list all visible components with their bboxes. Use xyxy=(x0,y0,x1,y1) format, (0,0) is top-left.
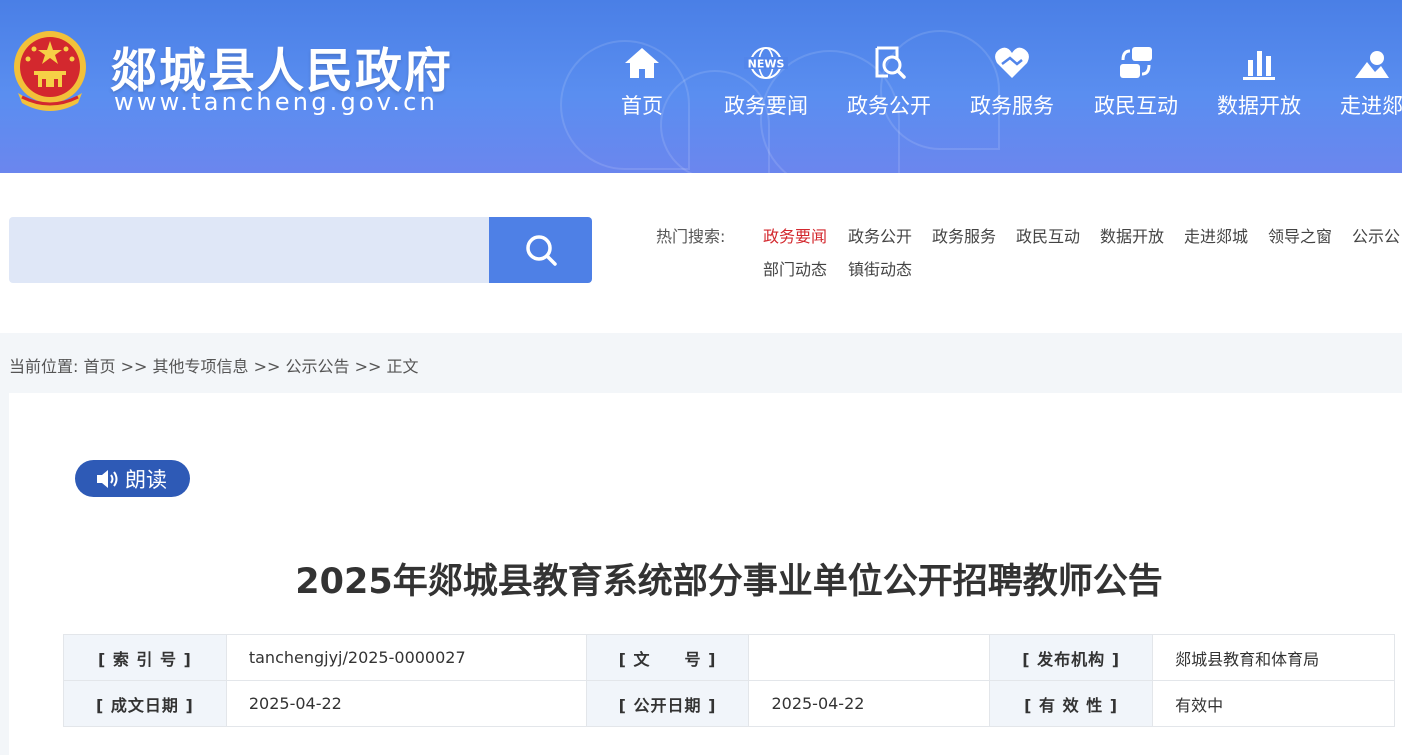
nav-label: 政民互动 xyxy=(1094,94,1178,118)
speaker-icon xyxy=(97,469,118,488)
meta-key: [ 索 引 号 ] xyxy=(63,634,227,681)
national-emblem-icon xyxy=(14,31,86,111)
breadcrumb-item[interactable]: 公示公告 xyxy=(286,357,350,376)
site-url: www.tancheng.gov.cn xyxy=(114,88,438,116)
nav-gov-service[interactable]: 政务服务 xyxy=(957,44,1067,120)
meta-value: tanchengjyj/2025-0000027 xyxy=(225,634,587,681)
nav-interaction[interactable]: 政民互动 xyxy=(1081,44,1191,120)
read-aloud-button[interactable]: 朗读 xyxy=(75,460,190,497)
header-banner: 郯城县人民政府 www.tancheng.gov.cn 首页 NEWS 政务要闻… xyxy=(0,0,1402,173)
chat-exchange-icon xyxy=(1120,47,1152,78)
breadcrumb-current: 正文 xyxy=(386,357,419,376)
meta-value: 有效中 xyxy=(1152,680,1395,727)
breadcrumb-separator: >> xyxy=(253,357,281,376)
document-search-icon xyxy=(875,46,906,79)
sun-mountain-icon xyxy=(1355,51,1389,78)
news-globe-icon: NEWS xyxy=(744,47,788,79)
table-row: [ 索 引 号 ] tanchengjyj/2025-0000027 [ 文 号… xyxy=(63,634,1395,681)
read-aloud-label: 朗读 xyxy=(125,467,167,492)
svg-text:NEWS: NEWS xyxy=(748,58,785,71)
search-icon xyxy=(525,235,557,266)
heart-hands-icon xyxy=(995,47,1029,78)
search-button[interactable] xyxy=(489,217,592,283)
home-icon xyxy=(625,48,659,78)
breadcrumb-item[interactable]: 首页 xyxy=(84,357,116,376)
hot-link[interactable]: 政务服务 xyxy=(932,223,996,247)
search-input[interactable] xyxy=(9,217,490,283)
breadcrumb-separator: >> xyxy=(120,357,148,376)
hot-link[interactable]: 政务公开 xyxy=(848,223,912,247)
breadcrumb-item[interactable]: 其他专项信息 xyxy=(153,357,249,376)
nav-label: 政务公开 xyxy=(847,94,931,118)
hot-link[interactable]: 领导之窗 xyxy=(1268,223,1332,247)
meta-value: 郯城县教育和体育局 xyxy=(1152,634,1395,681)
nav-gov-open[interactable]: 政务公开 xyxy=(834,44,944,120)
meta-value: 2025-04-22 xyxy=(748,680,991,727)
meta-key: [ 文 号 ] xyxy=(585,634,750,681)
bar-chart-icon xyxy=(1243,51,1275,80)
hot-search-label: 热门搜索: xyxy=(656,227,726,246)
hot-link[interactable]: 数据开放 xyxy=(1100,223,1164,247)
meta-key: [ 成文日期 ] xyxy=(63,680,227,727)
breadcrumb-prefix: 当前位置: xyxy=(9,357,79,376)
hot-link[interactable]: 政务要闻 xyxy=(763,223,827,247)
hot-link[interactable]: 部门动态 xyxy=(763,256,827,280)
meta-value: 2025-04-22 xyxy=(225,680,587,727)
meta-key: [ 公开日期 ] xyxy=(585,680,750,727)
nav-label: 走进郯 xyxy=(1340,94,1402,118)
nav-label: 首页 xyxy=(621,94,663,118)
table-row: [ 成文日期 ] 2025-04-22 [ 公开日期 ] 2025-04-22 … xyxy=(63,680,1395,727)
breadcrumb: 当前位置: 首页 >> 其他专项信息 >> 公示公告 >> 正文 xyxy=(9,353,419,377)
hot-link[interactable]: 走进郯城 xyxy=(1184,223,1248,247)
hot-link[interactable]: 镇街动态 xyxy=(848,256,912,280)
meta-key: [ 有 效 性 ] xyxy=(989,680,1154,727)
nav-home[interactable]: 首页 xyxy=(587,44,697,120)
nav-data-open[interactable]: 数据开放 xyxy=(1204,44,1314,120)
hot-link[interactable]: 公示公 xyxy=(1352,223,1400,247)
meta-value xyxy=(748,634,991,681)
nav-label: 政务服务 xyxy=(970,94,1054,118)
nav-label: 数据开放 xyxy=(1217,94,1301,118)
hot-link[interactable]: 政民互动 xyxy=(1016,223,1080,247)
article-title: 2025年郯城县教育系统部分事业单位公开招聘教师公告 xyxy=(295,562,1163,602)
nav-label: 政务要闻 xyxy=(724,94,808,118)
nav-news[interactable]: NEWS 政务要闻 xyxy=(711,44,821,120)
breadcrumb-separator: >> xyxy=(354,357,382,376)
article-meta-table: [ 索 引 号 ] tanchengjyj/2025-0000027 [ 文 号… xyxy=(63,634,1395,727)
meta-key: [ 发布机构 ] xyxy=(989,634,1154,681)
nav-about[interactable]: 走进郯 xyxy=(1327,44,1402,120)
